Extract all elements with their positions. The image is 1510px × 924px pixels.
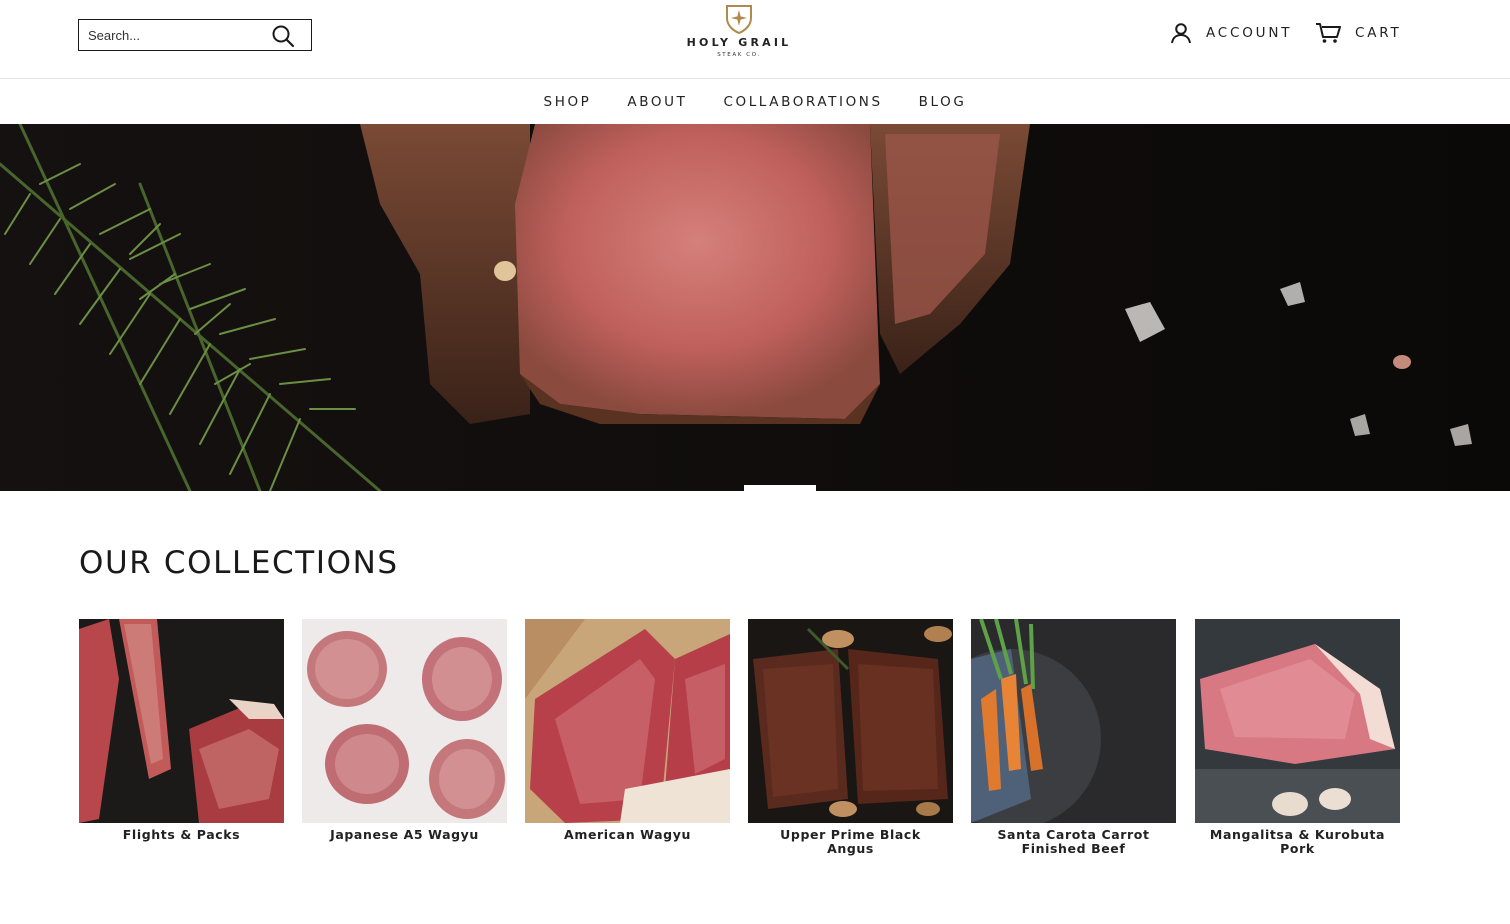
collection-card-upper-prime-black-angus[interactable]: Upper Prime Black Angus (748, 619, 953, 856)
site-logo[interactable]: HOLY GRAIL STEAK CO. (676, 4, 802, 68)
collection-image[interactable] (302, 619, 507, 823)
nav-item-shop[interactable]: SHOP (526, 94, 610, 110)
site-header: HOLY GRAIL STEAK CO. ACCOUNT CART (0, 0, 1510, 79)
nav-item-collaborations[interactable]: COLLABORATIONS (705, 94, 900, 110)
search-icon[interactable] (271, 24, 295, 48)
collections-heading: OUR COLLECTIONS (79, 545, 399, 581)
collection-card-santa-carota-carrot-finished-beef[interactable]: Santa Carota Carrot Finished Beef (971, 619, 1176, 856)
collection-card-japanese-a5-wagyu[interactable]: Japanese A5 Wagyu (302, 619, 507, 842)
main-nav: SHOP ABOUT COLLABORATIONS BLOG (0, 80, 1510, 124)
collection-title[interactable]: American Wagyu (525, 828, 730, 842)
logo-crest-icon (676, 4, 802, 34)
collection-card-flights-packs[interactable]: Flights & Packs (79, 619, 284, 842)
collection-title[interactable]: Upper Prime Black Angus (748, 828, 953, 856)
cart-icon (1315, 22, 1341, 44)
collection-card-mangalitsa-kurobuta-pork[interactable]: Mangalitsa & Kurobuta Pork (1195, 619, 1400, 856)
collection-card-american-wagyu[interactable]: American Wagyu (525, 619, 730, 842)
hero-image (0, 124, 1510, 491)
logo-name: HOLY GRAIL (686, 36, 792, 49)
account-link[interactable]: ACCOUNT (1170, 22, 1292, 44)
collection-title[interactable]: Japanese A5 Wagyu (302, 828, 507, 842)
user-icon (1170, 22, 1192, 44)
cart-label: CART (1355, 25, 1402, 41)
collection-title[interactable]: Mangalitsa & Kurobuta Pork (1195, 828, 1400, 856)
collection-title[interactable]: Flights & Packs (79, 828, 284, 842)
logo-subtitle: STEAK CO. (717, 52, 761, 58)
collection-title[interactable]: Santa Carota Carrot Finished Beef (971, 828, 1176, 856)
collection-image[interactable] (79, 619, 284, 823)
collection-image[interactable] (1195, 619, 1400, 823)
collection-image[interactable] (525, 619, 730, 823)
cart-link[interactable]: CART (1315, 22, 1402, 44)
nav-item-about[interactable]: ABOUT (609, 94, 705, 110)
account-label: ACCOUNT (1206, 25, 1293, 41)
collection-image[interactable] (748, 619, 953, 823)
collection-image[interactable] (971, 619, 1176, 823)
nav-item-blog[interactable]: BLOG (901, 94, 985, 110)
collections-grid: Flights & Packs Japanese A5 Wagyu Americ… (79, 619, 1401, 869)
hero-banner[interactable] (0, 124, 1510, 491)
search-input[interactable] (88, 21, 268, 49)
search-bar (78, 19, 312, 51)
slideshow-indicator[interactable] (744, 485, 816, 491)
